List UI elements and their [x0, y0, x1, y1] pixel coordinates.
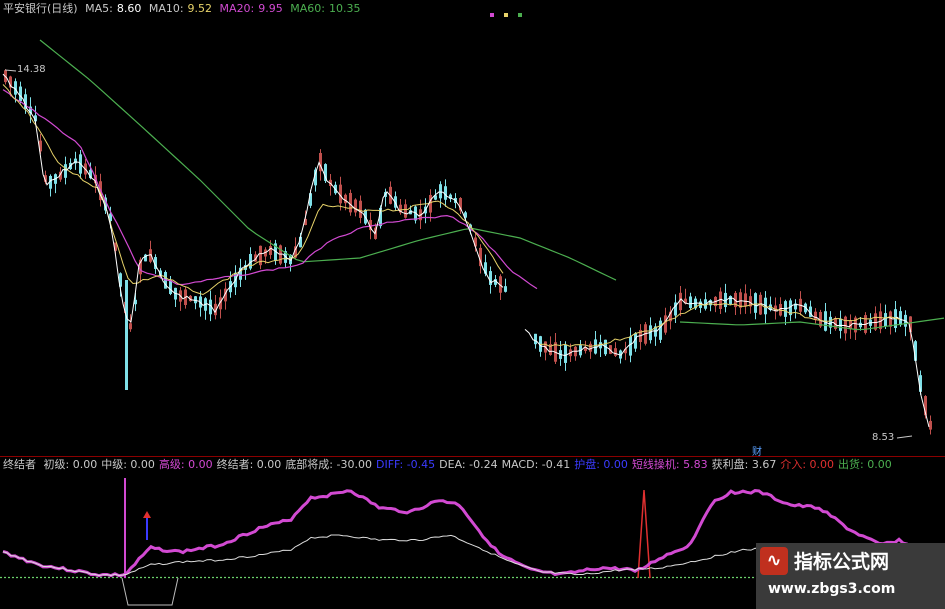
candle-body [729, 296, 732, 304]
indicator-legend: 终结者 初级: 0.00 中级: 0.00 高级: 0.00 终结者: 0.00 底部将… [3, 458, 900, 472]
indicator-item: DIFF: -0.45 [375, 458, 436, 471]
candle-body [444, 186, 447, 200]
candle-body [534, 333, 537, 345]
legend-marker-green [518, 13, 522, 17]
finance-marker[interactable]: 财 [752, 443, 762, 458]
legend-marker-purple [490, 13, 494, 17]
legend-marker-yellow [504, 13, 508, 17]
candle-body [754, 293, 757, 313]
candle-body [929, 420, 932, 430]
up-arrow-icon [143, 511, 151, 518]
bottom-box [121, 577, 179, 606]
ma5-line [2, 73, 504, 323]
candle-body [594, 339, 597, 354]
candle-body [19, 86, 22, 102]
candlestick-series [4, 69, 932, 435]
watermark: ∿ 指标公式网 www.zbgs3.com [756, 543, 945, 609]
candle-body [194, 296, 197, 304]
indicator-item: 出货: 0.00 [838, 458, 892, 471]
indicator-item: 底部将成: -30.00 [285, 458, 372, 471]
chart-title: 平安银行(日线) [3, 2, 78, 15]
candle-body [64, 164, 67, 178]
candle-body [614, 348, 617, 356]
ma5-line-segment [524, 297, 930, 428]
indicator-items: 初级: 0.00 中级: 0.00 高级: 0.00 终结者: 0.00 底部将成: -… [44, 458, 896, 471]
candle-body [354, 199, 357, 213]
candle-body [664, 315, 667, 333]
indicator-item: 高级: 0.00 [158, 458, 213, 471]
candle-body [709, 300, 712, 306]
candle-body [899, 311, 902, 326]
candle-body [259, 245, 262, 266]
candle-body [169, 280, 172, 294]
stock-chart-window: 平安银行(日线) MA5: 8.60 MA10: 9.52 MA20: 9.95 MA… [0, 0, 945, 609]
indicator-item: 短线操机: 5.83 [631, 458, 708, 471]
candle-body [744, 293, 747, 307]
candle-body [439, 184, 442, 199]
candle-body [884, 313, 887, 327]
candle-body [844, 316, 847, 334]
indicator-item: 初级: 0.00 [43, 458, 98, 471]
low-arrow [896, 435, 913, 439]
indicator-item: DEA: -0.24 [439, 458, 498, 471]
indicator-name: 终结者 [3, 458, 36, 471]
candle-body [429, 194, 432, 213]
candle-body [889, 311, 892, 327]
ma-legend: 平安银行(日线) MA5: 8.60 MA10: 9.52 MA20: 9.95 MA… [3, 2, 364, 16]
candle-body [689, 296, 692, 309]
ma60-label: MA60: [290, 2, 325, 15]
ma5-value: 8.60 [116, 2, 142, 15]
candle-body [839, 318, 842, 331]
ma10-line [2, 84, 504, 296]
indicator-item: 获利盘: 3.67 [711, 458, 777, 471]
ma60-line [39, 39, 617, 281]
candle-body [659, 320, 662, 340]
candle-body [349, 192, 352, 213]
ma20-label: MA20: [219, 2, 255, 15]
ma60-value: 10.35 [328, 2, 361, 15]
watermark-url: www.zbgs3.com [768, 581, 896, 597]
ma10-label: MA10: [148, 2, 184, 15]
candle-body [129, 323, 132, 330]
candle-body [125, 280, 128, 390]
ma10-value: 9.52 [187, 2, 213, 15]
candle-body [344, 194, 347, 204]
low-price-label: 8.53 [872, 432, 895, 443]
indicator-item: MACD: -0.41 [501, 458, 571, 471]
candle-body [404, 204, 407, 218]
candle-body [814, 311, 817, 320]
ma5-label: MA5: [85, 2, 113, 15]
chart-canvas[interactable] [0, 0, 945, 609]
high-price-label: 14.38 [17, 64, 46, 75]
indicator-item: 护盘: 0.00 [574, 458, 628, 471]
watermark-logo-icon: ∿ [760, 547, 788, 575]
watermark-title: 指标公式网 [794, 551, 890, 573]
candle-body [564, 345, 567, 363]
indicator-item: 终结者: 0.00 [216, 458, 282, 471]
indicator-marks [121, 478, 651, 606]
candle-body [359, 200, 362, 218]
ma20-value: 9.95 [258, 2, 283, 15]
candle-body [504, 286, 507, 292]
candle-body [269, 246, 272, 255]
indicator-item: 中级: 0.00 [101, 458, 155, 471]
candle-body [629, 336, 632, 356]
candle-body [739, 292, 742, 308]
indicator-item: 介入: 0.00 [780, 458, 835, 471]
